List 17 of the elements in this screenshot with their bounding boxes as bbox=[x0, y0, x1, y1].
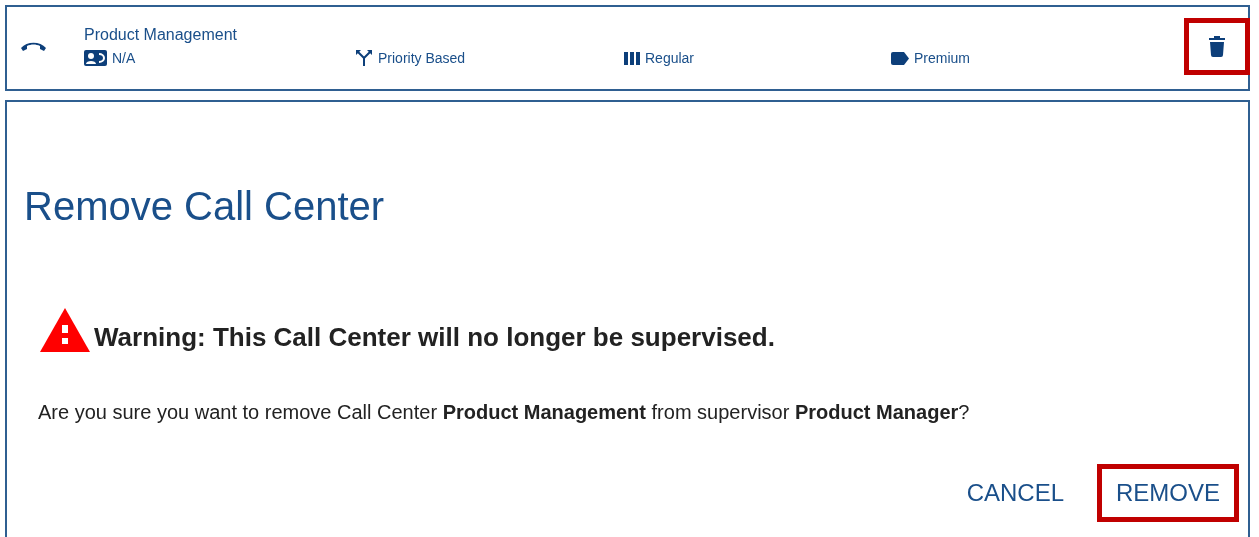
call-center-name: Product Management bbox=[84, 25, 238, 45]
dialog-title: Remove Call Center bbox=[24, 183, 386, 229]
tag-icon bbox=[891, 51, 909, 65]
detail-text: N/A bbox=[112, 50, 136, 66]
split-arrows-icon bbox=[355, 49, 373, 67]
remove-button[interactable]: REMOVE bbox=[1110, 475, 1226, 511]
contact-card-icon bbox=[84, 50, 107, 66]
trash-icon bbox=[1209, 35, 1225, 57]
phone-handset-icon bbox=[20, 40, 47, 52]
detail-text: Regular bbox=[645, 50, 695, 66]
warning-text: Warning: This Call Center will no longer be supervised. bbox=[94, 322, 775, 352]
columns-icon bbox=[624, 51, 640, 65]
detail-text: Premium bbox=[914, 50, 970, 66]
detail-text: Priority Based bbox=[378, 50, 466, 66]
confirmation-message: Are you sure you want to remove Call Center Product Management from supervisor Product Manager? bbox=[38, 400, 971, 424]
warning-icon bbox=[40, 308, 90, 352]
cancel-button[interactable]: CANCEL bbox=[960, 475, 1070, 511]
